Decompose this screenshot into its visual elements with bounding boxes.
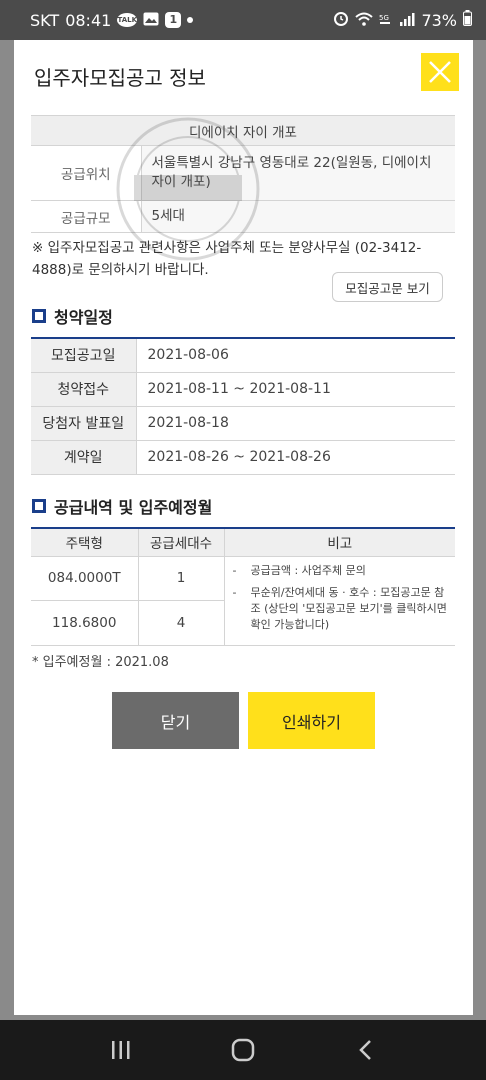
schedule-table: 모집공고일 2021-08-06 청약접수 2021-08-11 ~ 2021-… xyxy=(31,337,455,475)
back-button[interactable] xyxy=(345,1030,385,1070)
table-row: 모집공고일 2021-08-06 xyxy=(31,338,455,373)
table-row: 청약접수 2021-08-11 ~ 2021-08-11 xyxy=(31,372,455,407)
close-button[interactable]: 닫기 xyxy=(112,692,239,749)
table-row: 084.0000T 1 - 공급금액 : 사업주체 문의 - 무순위/잔여세대 동 … xyxy=(31,556,455,646)
close-x-button[interactable] xyxy=(421,53,459,91)
complex-name: 디에이치 자이 개포 xyxy=(31,115,455,146)
signal-icon xyxy=(399,11,415,30)
battery-label: 73% xyxy=(421,10,457,30)
housing-type: 118.6800 xyxy=(31,600,138,646)
schedule-value: 2021-08-18 xyxy=(136,406,455,441)
supply-location-value: 서울특별시 강남구 영동대로 22(일원동, 디에이치 자이 개포) xyxy=(141,145,455,201)
supply-section-title: 공급내역 및 입주예정월 xyxy=(32,494,212,518)
remark-item: - 공급금액 : 사업주체 문의 xyxy=(232,563,366,577)
remark-text: 공급금액 : 사업주체 문의 xyxy=(250,563,366,577)
modal-title: 입주자모집공고 정보 xyxy=(34,66,206,90)
schedule-title-text: 청약일정 xyxy=(54,308,113,327)
schedule-value: 2021-08-06 xyxy=(136,338,455,373)
alarm-icon xyxy=(333,10,349,30)
unit-count: 1 xyxy=(137,556,224,601)
view-announcement-button[interactable]: 모집공고문 보기 xyxy=(332,272,443,302)
wifi-icon xyxy=(355,11,374,30)
remarks-cell: - 공급금액 : 사업주체 문의 - 무순위/잔여세대 동 · 호수 : 모집공고문… xyxy=(223,556,455,646)
table-row: 당첨자 발표일 2021-08-18 xyxy=(31,406,455,441)
schedule-value: 2021-08-26 ~ 2021-08-26 xyxy=(136,440,455,475)
table-row: 공급규모 5세대 xyxy=(31,200,455,233)
unit-count: 4 xyxy=(137,600,224,646)
battery-icon xyxy=(463,10,472,30)
column-header: 비고 xyxy=(223,528,455,557)
table-header-row: 주택형 공급세대수 비고 xyxy=(31,528,455,557)
android-nav-bar xyxy=(0,1020,486,1080)
recent-apps-button[interactable] xyxy=(101,1030,141,1070)
remark-item: - 무순위/잔여세대 동 · 호수 : 모집공고문 참조 (상단의 '모집공고문 … xyxy=(232,585,447,631)
section-bullet-icon xyxy=(32,309,46,323)
remark-text: 무순위/잔여세대 동 · 호수 : 모집공고문 참조 (상단의 '모집공고문 보… xyxy=(250,585,447,631)
info-table: 디에이치 자이 개포 공급위치 서울특별시 강남구 영동대로 22(일원동, 디… xyxy=(31,115,455,233)
notification-count-badge: 1 xyxy=(165,12,182,28)
status-bar: SKT 08:41 TALK 1 5G 73% xyxy=(0,0,486,40)
image-notification-icon xyxy=(143,11,159,30)
schedule-label: 청약접수 xyxy=(31,372,137,407)
talk-notification-icon: TALK xyxy=(117,13,138,27)
schedule-section-title: 청약일정 xyxy=(32,304,113,328)
section-bullet-icon xyxy=(32,499,46,513)
move-in-date: * 입주예정월 : 2021.08 xyxy=(32,655,169,670)
recent-apps-icon xyxy=(112,1041,130,1059)
clock: 08:41 xyxy=(65,10,112,30)
supply-scale-label: 공급규모 xyxy=(31,200,142,233)
supply-table: 주택형 공급세대수 비고 084.0000T 1 - 공급금액 : 사업주체 문의… xyxy=(31,527,455,646)
table-row: 공급위치 서울특별시 강남구 영동대로 22(일원동, 디에이치 자이 개포) xyxy=(31,145,455,201)
supply-scale-value: 5세대 xyxy=(141,200,455,233)
schedule-value: 2021-08-11 ~ 2021-08-11 xyxy=(136,372,455,407)
schedule-label: 당첨자 발표일 xyxy=(31,406,137,441)
print-button[interactable]: 인쇄하기 xyxy=(248,692,375,749)
close-icon xyxy=(429,61,451,83)
home-button[interactable] xyxy=(223,1030,263,1070)
schedule-label: 모집공고일 xyxy=(31,338,137,373)
housing-type: 084.0000T xyxy=(31,556,138,601)
network-5g-icon: 5G xyxy=(379,11,393,30)
column-header: 공급세대수 xyxy=(137,528,224,557)
announcement-modal: 입주자모집공고 정보 디에이치 자이 개포 공급위치 서울특별시 강남구 영동대… xyxy=(14,40,473,1015)
more-notifications-dot xyxy=(187,17,194,23)
carrier-label: SKT xyxy=(30,10,60,30)
supply-title-text: 공급내역 및 입주예정월 xyxy=(54,498,213,517)
supply-location-label: 공급위치 xyxy=(31,145,142,201)
table-row: 계약일 2021-08-26 ~ 2021-08-26 xyxy=(31,440,455,475)
column-header: 주택형 xyxy=(31,528,138,557)
schedule-label: 계약일 xyxy=(31,440,137,475)
home-icon xyxy=(231,1038,255,1062)
svg-text:5G: 5G xyxy=(379,14,389,22)
back-icon xyxy=(359,1040,371,1060)
